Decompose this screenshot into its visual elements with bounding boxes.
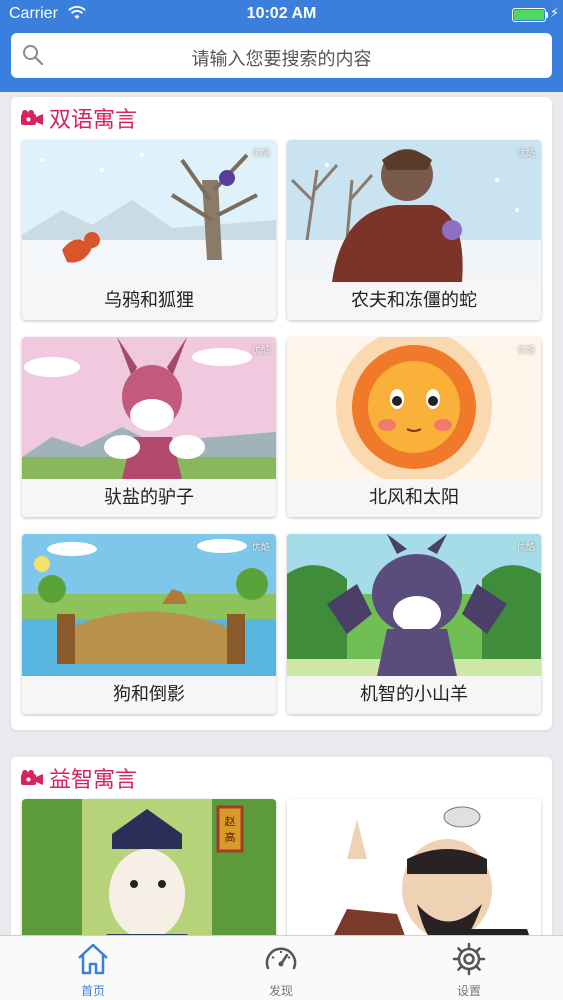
search-placeholder: 请输入您要搜索的内容 [191,49,372,70]
fable-card-zhao-gao[interactable]: 赵 高 [22,799,276,957]
fable-title: 乌鸦和狐狸 [22,282,276,320]
battery-cap [546,12,548,18]
fable-thumbnail [287,799,541,957]
fable-thumbnail: 赵 高 [22,799,276,957]
fable-card-puzzle-2[interactable] [287,799,541,957]
thumbnail-watermark: 优酷 [251,149,270,159]
home-icon [78,943,108,975]
fable-card-crow-fox[interactable]: 优酷 乌鸦和狐狸 [22,140,276,320]
video-camera-icon [21,110,43,125]
tab-bar: 首页 发现 设置 [0,935,563,1000]
fable-title: 北风和太阳 [287,479,541,517]
thumbnail-watermark: 优酷 [516,543,535,553]
battery-fill [514,10,544,20]
fable-thumbnail [22,534,276,676]
tab-label: 发现 [268,984,293,998]
section-puzzle-fables: 益智寓言 赵 高 [11,757,552,957]
fable-thumbnail [22,140,276,282]
fable-thumbnail [287,337,541,479]
section-header: 益智寓言 [21,765,138,793]
thumbnail-watermark: 优酷 [516,149,535,159]
fable-title: 驮盐的驴子 [22,479,276,517]
fable-card-salt-donkey[interactable]: 优酷 驮盐的驴子 [22,337,276,517]
tab-label: 设置 [456,984,481,998]
fable-card-clever-goat[interactable]: 优酷 机智的小山羊 [287,534,541,714]
fable-card-farmer-snake[interactable]: 优酷 农夫和冻僵的蛇 [287,140,541,320]
section-title: 益智寓言 [49,768,138,793]
battery-icon [512,8,546,22]
tab-discover[interactable]: 发现 [231,942,331,998]
section-header: 双语寓言 [21,105,138,133]
fable-thumbnail [22,337,276,479]
thumbnail-watermark: 优酷 [516,346,535,356]
tab-label: 首页 [80,984,105,998]
fable-thumbnail [287,140,541,282]
video-camera-icon [21,770,43,785]
fable-thumbnail [287,534,541,676]
tab-settings[interactable]: 设置 [419,942,519,998]
thumbnail-watermark: 优酷 [251,543,270,553]
speedometer-icon [265,947,297,970]
charging-bolt-icon: ⚡ [550,6,560,21]
app-header: Carrier 10:02 AM ⚡ 请输入您要搜索的内容 [0,0,563,92]
tab-home[interactable]: 首页 [43,942,143,998]
fable-title: 农夫和冻僵的蛇 [287,282,541,320]
fable-card-dog-reflection[interactable]: 优酷 狗和倒影 [22,534,276,714]
fable-title: 狗和倒影 [22,676,276,714]
sign-text-bottom: 高 [225,830,236,844]
status-time: 10:02 AM [246,5,317,22]
status-bar: Carrier 10:02 AM ⚡ [0,0,563,30]
fable-title: 机智的小山羊 [287,676,541,714]
gear-icon [452,942,486,976]
section-title: 双语寓言 [49,108,138,133]
sign-text-top: 赵 [225,814,236,828]
search-input[interactable]: 请输入您要搜索的内容 [11,33,552,78]
thumbnail-watermark: 优酷 [251,346,270,356]
section-bilingual-fables: 双语寓言 优酷 乌鸦和狐狸 优酷 农夫和冻僵的蛇 优酷 驮盐的驴子 优酷 北风和… [11,97,552,730]
fable-card-wind-sun[interactable]: 优酷 北风和太阳 [287,337,541,517]
